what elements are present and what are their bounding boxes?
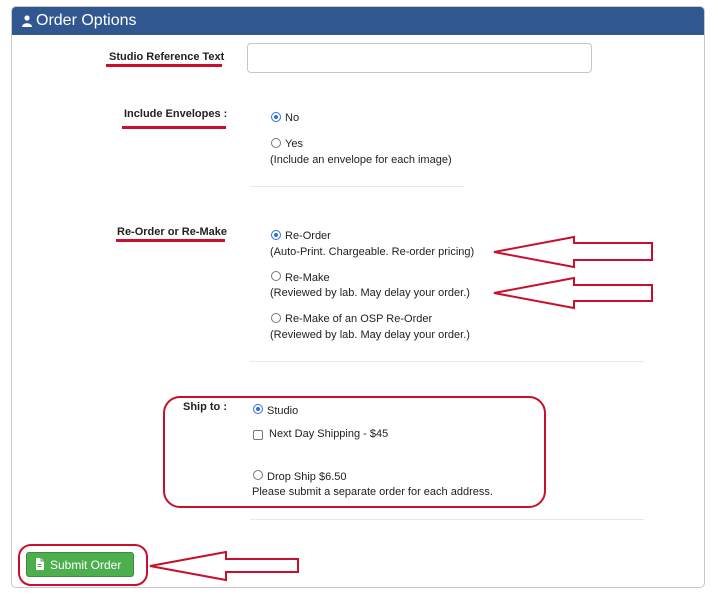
studio-reference-label: Studio Reference Text [109, 51, 225, 63]
remake-osp-label: Re-Make of an OSP Re-Order [285, 313, 433, 325]
section-divider [250, 186, 464, 187]
drop-ship-note: Please submit a separate order for each … [252, 486, 493, 498]
envelopes-yes-label: Yes [285, 138, 303, 150]
submit-order-button[interactable]: Submit Order [26, 552, 134, 577]
reorder-note: (Auto-Print. Chargeable. Re-order pricin… [270, 246, 475, 258]
drop-ship-radio[interactable] [253, 470, 263, 480]
submit-order-label: Submit Order [50, 558, 122, 572]
ship-studio-radio[interactable] [253, 404, 263, 414]
remake-note: (Reviewed by lab. May delay your order.) [270, 287, 470, 299]
user-icon [22, 15, 32, 27]
panel-header: Order Options [12, 7, 704, 35]
studio-reference-input[interactable] [247, 43, 592, 73]
next-day-checkbox[interactable] [253, 430, 263, 440]
reorder-radio[interactable] [271, 230, 281, 240]
ship-to-label: Ship to : [183, 401, 227, 413]
annotation-underline [116, 239, 225, 242]
remake-osp-radio[interactable] [271, 313, 281, 323]
remake-radio[interactable] [271, 271, 281, 281]
include-envelopes-label: Include Envelopes : [124, 108, 228, 120]
envelopes-no-radio[interactable] [271, 112, 281, 122]
envelopes-no-label: No [285, 112, 300, 124]
panel-title: Order Options [36, 12, 137, 29]
remake-label: Re-Make [285, 272, 330, 284]
section-divider [250, 361, 644, 362]
drop-ship-label: Drop Ship $6.50 [267, 471, 347, 483]
section-divider [250, 519, 644, 520]
reorder-remake-label: Re-Order or Re-Make [117, 226, 228, 238]
document-icon [36, 558, 44, 570]
envelopes-yes-radio[interactable] [271, 138, 281, 148]
envelopes-yes-note: (Include an envelope for each image) [270, 154, 452, 166]
remake-osp-note: (Reviewed by lab. May delay your order.) [270, 329, 470, 341]
ship-studio-label: Studio [267, 405, 299, 417]
annotation-underline [106, 64, 222, 67]
next-day-label: Next Day Shipping - $45 [269, 428, 389, 440]
reorder-label: Re-Order [285, 230, 331, 242]
annotation-underline [122, 126, 226, 129]
